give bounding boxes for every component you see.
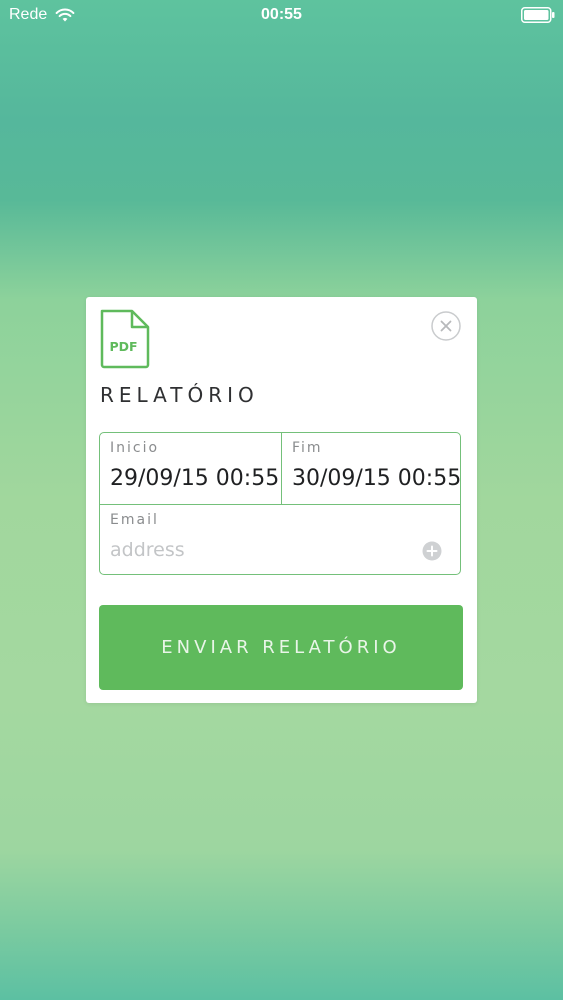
status-time: 00:55 — [261, 6, 302, 23]
pdf-icon: PDF — [100, 309, 150, 369]
email-field: Email — [100, 505, 459, 573]
report-form: Inicio 29/09/15 00:55 Fim 30/09/15 00:55… — [99, 432, 461, 575]
start-date-value[interactable]: 29/09/15 00:55 — [110, 466, 279, 491]
report-dialog: PDF RELATÓRIO Inicio 29/09/15 00:55 Fim … — [86, 297, 477, 703]
plus-circle-icon — [422, 541, 442, 561]
send-report-button[interactable]: ENVIAR RELATÓRIO — [99, 605, 463, 690]
add-email-button[interactable] — [422, 541, 442, 561]
email-input[interactable] — [110, 536, 410, 564]
start-date-label: Inicio — [110, 440, 160, 456]
pdf-icon-label: PDF — [109, 339, 137, 354]
close-button[interactable] — [431, 311, 461, 341]
email-label: Email — [110, 512, 159, 528]
status-bar: Rede 00:55 — [0, 0, 563, 30]
battery-icon — [521, 7, 555, 23]
end-date-field[interactable]: Fim 30/09/15 00:55 — [282, 433, 461, 505]
end-date-label: Fim — [292, 440, 323, 456]
end-date-value[interactable]: 30/09/15 00:55 — [292, 466, 461, 491]
dialog-title: RELATÓRIO — [100, 383, 259, 407]
start-date-field[interactable]: Inicio 29/09/15 00:55 — [100, 433, 282, 505]
